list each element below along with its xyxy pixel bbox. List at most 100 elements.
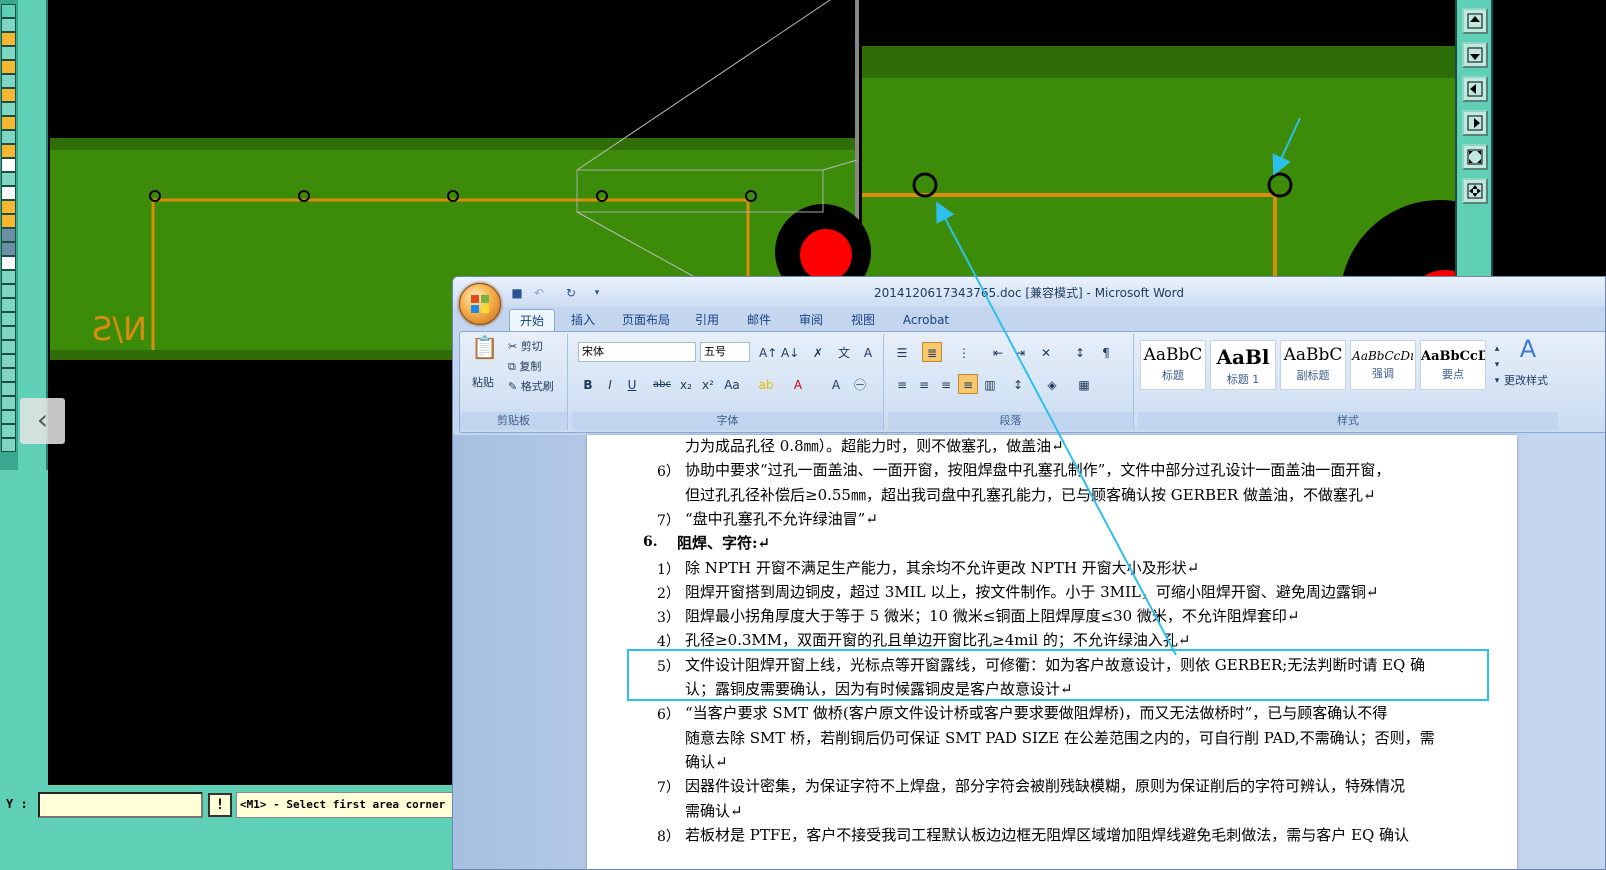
move-right-icon[interactable] [1462, 110, 1488, 136]
customize-qat-icon[interactable]: ▾ [589, 285, 605, 301]
cut-button[interactable]: ✂ 剪切 [508, 338, 543, 354]
list-number: 7） [657, 512, 680, 529]
fit-icon[interactable] [1462, 144, 1488, 170]
list-number: 1） [657, 561, 680, 578]
style-name: 强调 [1372, 367, 1394, 380]
status-message: <M1> - Select first area corner [236, 792, 456, 818]
asian-layout-icon[interactable]: ✕ [1036, 342, 1056, 362]
list-number: 4） [657, 634, 680, 651]
list-number: 6） [657, 464, 680, 481]
ribbon: 📋 粘贴 ✂ 剪切 ⧉ 复制 ✎ 格式刷 剪贴板 宋体 五号 A↑ A↓ ✗ 文… [459, 331, 1605, 433]
align-right-icon[interactable]: ≡ [936, 374, 956, 394]
pad [800, 229, 852, 281]
style-heading-1[interactable]: AaBl 标题 1 [1210, 340, 1276, 390]
increase-indent-icon[interactable]: ⇥ [1010, 342, 1030, 362]
style-strong[interactable]: AaBbCcD 要点 [1420, 340, 1486, 390]
redo-icon[interactable]: ↻ [563, 285, 579, 301]
board-right-edge-top [862, 46, 1455, 78]
document-line: 但过孔孔径补偿后≥0.55㎜，超出我司盘中孔塞孔能力，已与顾客确认按 GERBE… [685, 485, 1376, 504]
list-number: 6. [643, 534, 658, 551]
style-preview: AaBbCcD [1421, 349, 1485, 364]
document-line: “盘中孔塞孔不允许绿油冒”↵ [685, 509, 878, 528]
show-marks-icon[interactable]: ¶ [1096, 342, 1116, 362]
char-shading-icon[interactable]: A [826, 374, 846, 394]
styles-group: AaBbC 标题 AaBl 标题 1 AaBbC 副标题 AaBbCcDı 强调 AaB… [1138, 334, 1558, 430]
tab-acrobat[interactable]: Acrobat [895, 309, 957, 331]
underline-icon[interactable]: U [622, 374, 642, 394]
format-painter-button[interactable]: ✎ 格式刷 [508, 378, 554, 394]
prev-arrow-icon[interactable]: ‹ [20, 398, 65, 444]
y-label: Y : [6, 797, 28, 811]
clear-format-icon[interactable]: ✗ [808, 342, 828, 362]
align-left-icon[interactable]: ≡ [892, 374, 912, 394]
align-center-icon[interactable]: ≡ [914, 374, 934, 394]
style-name: 标题 [1162, 369, 1184, 382]
list-number: 3） [657, 610, 680, 627]
center-icon[interactable] [1462, 178, 1488, 204]
change-case-icon[interactable]: Aa [722, 374, 742, 394]
grow-font-icon[interactable]: A↑ [758, 342, 778, 362]
document-line: 认；露铜皮需要确认，因为有时候露铜皮是客户故意设计↵ [685, 680, 1073, 698]
justify-icon[interactable]: ≡ [958, 374, 978, 394]
list-number: 7） [657, 780, 680, 797]
document-line: “当客户要求 SMT 做桥(客户原文件设计桥或客户要求要做阻焊桥)，而又无法做桥… [685, 704, 1388, 723]
multilevel-list-icon[interactable]: ⋮ [954, 342, 974, 362]
change-styles-button[interactable]: 更改样式 [1504, 372, 1548, 388]
style-title[interactable]: AaBbC 标题 [1140, 340, 1206, 390]
copy-button[interactable]: ⧉ 复制 [508, 358, 541, 374]
enclose-char-icon[interactable]: ㊀ [850, 374, 870, 394]
paste-button[interactable]: 粘贴 [472, 374, 494, 390]
strikethrough-icon[interactable]: abc [652, 374, 672, 394]
y-coordinate-input[interactable] [38, 792, 203, 818]
tab-home[interactable]: 开始 [509, 309, 555, 331]
document-page[interactable]: 力为成品孔径 0.8㎜）。超能力时，则不做塞孔，做盖油↵ 6） 协助中要求“过孔一面… [587, 435, 1517, 869]
warning-icon[interactable]: ! [208, 793, 232, 817]
office-button-icon[interactable] [459, 283, 501, 325]
undo-icon[interactable]: ↶ [531, 285, 547, 301]
bullets-icon[interactable]: ☰ [892, 342, 912, 362]
styles-scroll-icon[interactable]: ▴ ▾ ▾ [1490, 340, 1504, 390]
style-name: 标题 1 [1226, 373, 1260, 386]
phonetic-icon[interactable]: 文 [834, 342, 854, 362]
move-up-icon[interactable] [1462, 8, 1488, 34]
font-color-icon[interactable]: A [788, 374, 808, 394]
move-left-icon[interactable] [1462, 76, 1488, 102]
document-line: 确认↵ [685, 752, 728, 771]
paste-icon[interactable]: 📋 [470, 338, 500, 370]
subscript-icon[interactable]: x₂ [676, 374, 696, 394]
tab-mailings[interactable]: 邮件 [739, 309, 779, 331]
font-group-label: 字体 [572, 412, 883, 430]
save-icon[interactable]: ■ [509, 285, 525, 301]
borders-icon[interactable]: ▦ [1074, 374, 1094, 394]
highlight-icon[interactable]: ab [756, 374, 776, 394]
tab-insert[interactable]: 插入 [563, 309, 603, 331]
clipboard-group: 📋 粘贴 ✂ 剪切 ⧉ 复制 ✎ 格式刷 剪贴板 [460, 334, 568, 430]
word-window: 20141206173437​65.doc [兼容模式] - Microsoft… [452, 276, 1606, 870]
style-emphasis[interactable]: AaBbCcDı 强调 [1350, 340, 1416, 390]
bold-icon[interactable]: B [578, 374, 598, 394]
shading-icon[interactable]: ◈ [1042, 374, 1062, 394]
document-line: 随意去除 SMT 桥，若削铜后仍可保证 SMT PAD SIZE 在公差范围之内… [685, 728, 1435, 747]
italic-icon[interactable]: I [600, 374, 620, 394]
sort-icon[interactable]: ↕ [1070, 342, 1090, 362]
tab-page-layout[interactable]: 页面布局 [613, 309, 679, 331]
superscript-icon[interactable]: x² [698, 374, 718, 394]
tab-view[interactable]: 视图 [843, 309, 883, 331]
numbering-icon[interactable]: ≣ [922, 342, 942, 362]
decrease-indent-icon[interactable]: ⇤ [988, 342, 1008, 362]
document-line: 阻焊开窗搭到周边铜皮，超过 3MIL 以上，按文件制作。小于 3MIL，可缩小阻… [685, 582, 1379, 601]
change-styles-icon[interactable]: A [1514, 337, 1542, 368]
line-spacing-icon[interactable]: ↕ [1008, 374, 1028, 394]
document-line: 若板材是 PTFE，客户不接受我司工程默认板边边框无阻焊区域增加阻焊线避免毛刺做… [685, 825, 1410, 844]
tab-references[interactable]: 引用 [687, 309, 727, 331]
shrink-font-icon[interactable]: A↓ [780, 342, 800, 362]
distribute-icon[interactable]: ▥ [980, 374, 1000, 394]
font-name-select[interactable]: 宋体 [578, 342, 696, 362]
style-preview: AaBbC [1283, 345, 1343, 365]
font-size-select[interactable]: 五号 [700, 342, 750, 362]
char-border-icon[interactable]: A [858, 342, 878, 362]
move-down-icon[interactable] [1462, 42, 1488, 68]
style-subtitle[interactable]: AaBbC 副标题 [1280, 340, 1346, 390]
font-group: 宋体 五号 A↑ A↓ ✗ 文 A B I U abc x₂ x² Aa ab … [572, 334, 884, 430]
tab-review[interactable]: 审阅 [791, 309, 831, 331]
